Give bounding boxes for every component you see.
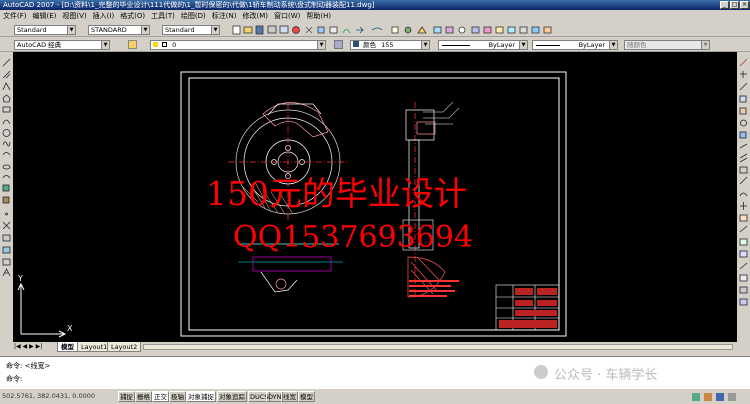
color-label: 颜色 <box>363 41 377 49</box>
wechat-icon <box>534 365 548 379</box>
lineweight-preview <box>536 45 560 46</box>
horizontal-scrollbar[interactable] <box>143 344 733 350</box>
polar-toggle[interactable]: 极轴 <box>169 391 186 402</box>
lightbulb-icon <box>153 42 158 47</box>
tray-icon-set <box>692 393 736 401</box>
chevron-down-icon: ▼ <box>317 41 325 49</box>
coordinate-readout: 502.5761, 382.0431, 0.0000 <box>2 392 96 400</box>
modify-toolbar-icons[interactable] <box>737 52 750 352</box>
menu-help[interactable]: 帮助(H) <box>306 11 331 21</box>
osnap-toggle[interactable]: 对象捕捉 <box>186 391 216 402</box>
ucs-icon <box>17 282 67 338</box>
layer-manager-icon[interactable] <box>128 40 137 49</box>
plotstyle-select[interactable]: 随颜色 ▼ <box>624 40 710 50</box>
ortho-toggle[interactable]: 正交 <box>152 391 169 402</box>
command-history-line: 命令: <线宽> <box>6 362 51 370</box>
ucs-y-label: Y <box>17 274 23 283</box>
chevron-down-icon: ▼ <box>701 41 709 49</box>
minimize-button[interactable]: _ <box>720 1 729 9</box>
chevron-down-icon: ▼ <box>519 41 527 49</box>
dim-style-select[interactable]: STANDARD ▼ <box>88 25 150 35</box>
tech-notes <box>409 280 459 297</box>
modify-toolbar <box>737 52 750 352</box>
chevron-down-icon: ▼ <box>67 26 75 34</box>
toolbar-row-2: AutoCAD 经典 ▼ 0 ▼ 颜色 155 ▼ ByLayer ▼ ByLa… <box>0 37 750 52</box>
menu-file[interactable]: 文件(F) <box>3 11 27 21</box>
plotstyle-value: 随颜色 <box>627 41 647 49</box>
layer-color-swatch <box>162 42 168 47</box>
overlay-qq-text: QQ1537693694 <box>233 220 474 255</box>
lineweight-value: ByLayer <box>578 41 605 49</box>
snap-toggle[interactable]: 捕捉 <box>118 391 135 402</box>
tab-layout2[interactable]: Layout2 <box>107 342 142 352</box>
color-select[interactable]: 颜色 155 ▼ <box>350 40 430 50</box>
draw-toolbar <box>0 52 13 352</box>
layer-select[interactable]: 0 ▼ <box>150 40 326 50</box>
menu-insert[interactable]: 插入(I) <box>93 11 115 21</box>
layout-tab-bar: |◀ ◀ ▶ ▶| 模型 Layout1 Layout2 <box>13 342 737 352</box>
maximize-button[interactable]: □ <box>730 1 739 9</box>
status-bar: 502.5761, 382.0431, 0.0000 捕捉 栅格 正交 极轴 对… <box>0 388 750 404</box>
otrack-toggle[interactable]: 对象追踪 <box>217 391 247 402</box>
layer-value: 0 <box>172 41 177 49</box>
text-style-value: Standard <box>17 26 47 34</box>
linetype-select[interactable]: ByLayer ▼ <box>438 40 528 50</box>
menu-format[interactable]: 格式(O) <box>120 11 145 21</box>
menu-bar: 文件(F) 编辑(E) 视图(V) 插入(I) 格式(O) 工具(T) 绘图(D… <box>0 10 750 21</box>
draw-toolbar-icons[interactable] <box>0 52 13 352</box>
title-block <box>495 284 560 331</box>
table-style-value: Standard <box>165 26 195 34</box>
menu-view[interactable]: 视图(V) <box>62 11 86 21</box>
chevron-down-icon: ▼ <box>211 26 219 34</box>
chevron-down-icon: ▼ <box>609 41 617 49</box>
color-swatch <box>353 41 359 47</box>
standard-toolbar-icons[interactable] <box>232 25 747 35</box>
chevron-down-icon: ▼ <box>141 26 149 34</box>
tab-nav-arrows[interactable]: |◀ ◀ ▶ ▶| <box>14 343 42 350</box>
watermark-area: 公众号 · 车辆学长 <box>520 359 750 387</box>
menu-modify[interactable]: 修改(M) <box>242 11 268 21</box>
model-toggle[interactable]: 模型 <box>298 391 315 402</box>
lineweight-select[interactable]: ByLayer ▼ <box>532 40 618 50</box>
toolbar-row-1: Standard ▼ STANDARD ▼ Standard ▼ <box>0 22 750 37</box>
dim-style-value: STANDARD <box>91 26 127 34</box>
chevron-down-icon: ▼ <box>421 41 429 49</box>
linetype-value: ByLayer <box>488 41 515 49</box>
linetype-preview <box>442 45 470 46</box>
grid-toggle[interactable]: 栅格 <box>135 391 152 402</box>
menu-dimension[interactable]: 标注(N) <box>212 11 237 21</box>
ucs-x-label: X <box>67 324 73 333</box>
drawing-canvas[interactable]: Y X 150元的毕业设计 QQ1537693694 <box>13 52 737 342</box>
watermark-text: 公众号 · 车辆学长 <box>554 368 658 383</box>
menu-draw[interactable]: 绘图(D) <box>181 11 206 21</box>
command-prompt[interactable]: 命令: <box>6 374 22 384</box>
workspace-value: AutoCAD 经典 <box>17 41 62 49</box>
window-title: AutoCAD 2007 - [D:\资料\1_完整的毕业设计\111代做的\1… <box>3 1 375 9</box>
lineweight-toggle[interactable]: 线宽 <box>281 391 298 402</box>
workspace-select[interactable]: AutoCAD 经典 ▼ <box>14 40 110 50</box>
chevron-down-icon: ▼ <box>101 41 109 49</box>
tray-icons[interactable] <box>690 392 740 402</box>
menu-window[interactable]: 窗口(W) <box>274 11 300 21</box>
command-window[interactable]: 命令: <线宽> 命令: 公众号 · 车辆学长 <box>0 356 750 388</box>
text-style-select[interactable]: Standard ▼ <box>14 25 76 35</box>
menu-edit[interactable]: 编辑(E) <box>33 11 57 21</box>
table-style-select[interactable]: Standard ▼ <box>162 25 220 35</box>
menu-tools[interactable]: 工具(T) <box>151 11 175 21</box>
title-bar: AutoCAD 2007 - [D:\资料\1_完整的毕业设计\111代做的\1… <box>0 0 750 10</box>
overlay-price-text: 150元的毕业设计 <box>206 174 467 213</box>
layer-previous-icon[interactable] <box>334 40 343 49</box>
color-value: 155 <box>381 41 394 49</box>
close-button[interactable]: × <box>740 1 749 9</box>
tab-model[interactable]: 模型 <box>57 342 78 352</box>
